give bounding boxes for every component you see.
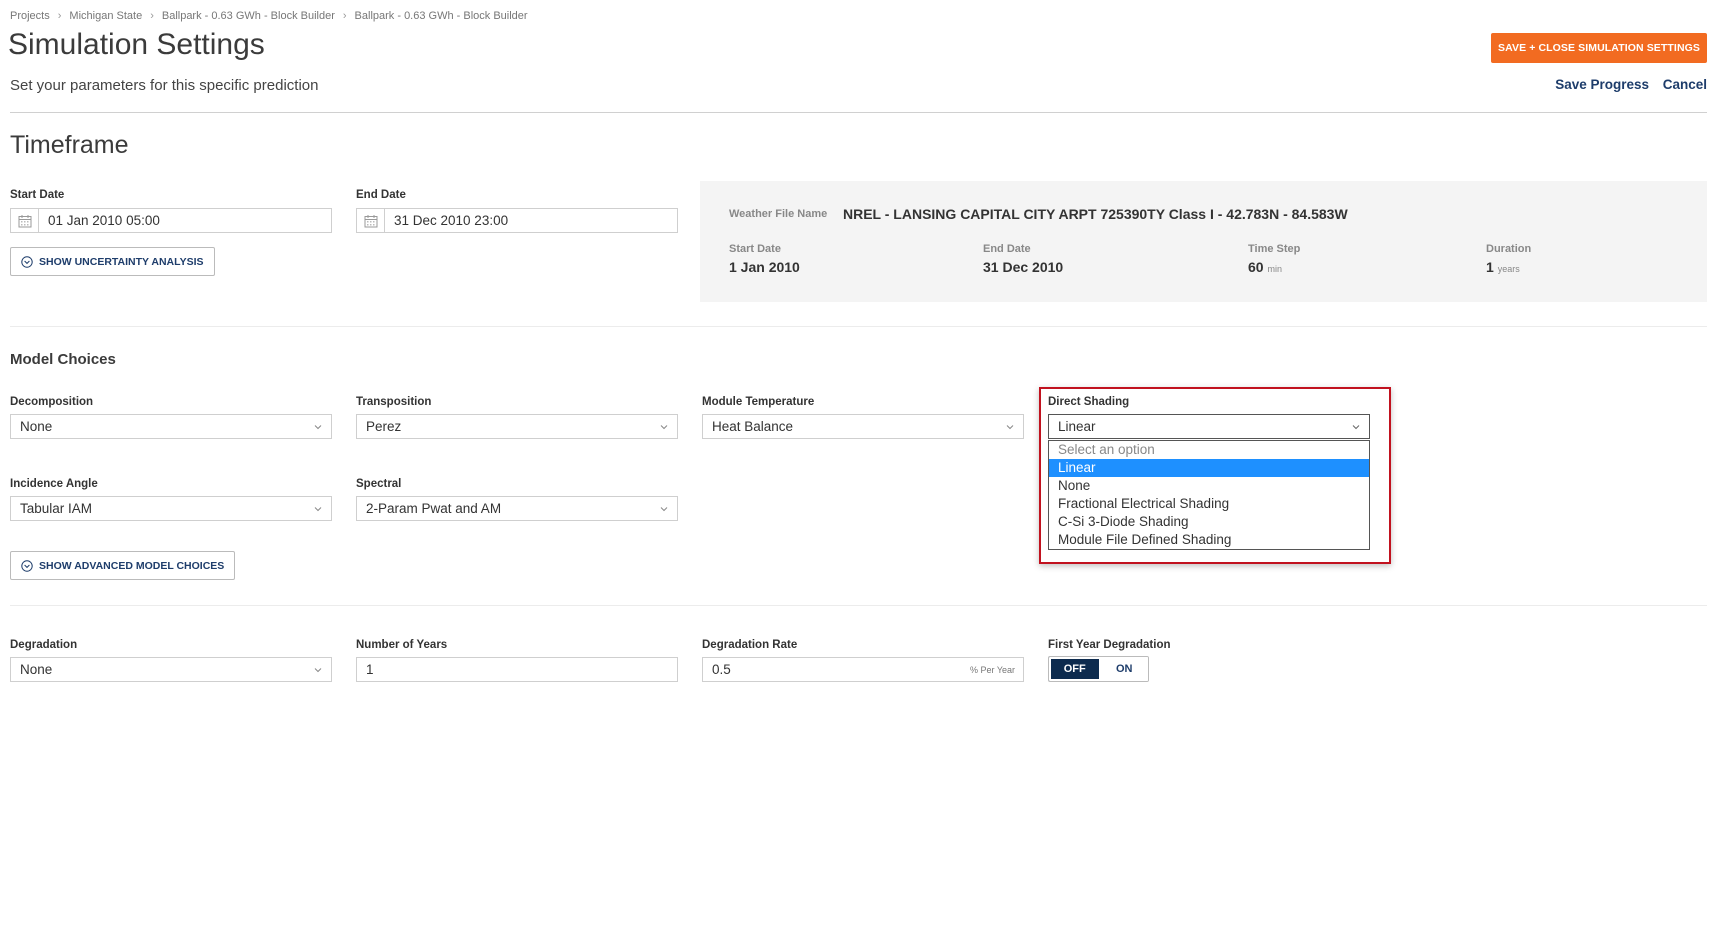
- weather-duration-label: Duration: [1486, 243, 1532, 255]
- degradation-value: None: [20, 662, 53, 677]
- first-year-degradation-toggle: OFF ON: [1048, 656, 1149, 682]
- chevron-circle-down-icon: [21, 559, 33, 572]
- chevron-down-icon: [660, 507, 668, 512]
- decomposition-value: None: [20, 419, 53, 434]
- module-temperature-select[interactable]: Heat Balance: [702, 414, 1024, 439]
- weather-file-label: Weather File Name: [729, 208, 828, 220]
- show-uncertainty-label: SHOW UNCERTAINTY ANALYSIS: [39, 255, 204, 268]
- transposition-value: Perez: [366, 419, 402, 434]
- weather-file-panel: Weather File Name NREL - LANSING CAPITAL…: [700, 181, 1707, 302]
- start-date-input[interactable]: 01 Jan 2010 05:00: [10, 208, 332, 233]
- header-divider: [10, 112, 1707, 113]
- incidence-angle-value: Tabular IAM: [20, 501, 93, 516]
- spectral-label: Spectral: [356, 478, 402, 490]
- weather-end-label: End Date: [983, 243, 1031, 255]
- breadcrumb-project[interactable]: Ballpark - 0.63 GWh - Block Builder: [162, 10, 335, 22]
- end-date-input[interactable]: 31 Dec 2010 23:00: [356, 208, 678, 233]
- direct-shading-label: Direct Shading: [1048, 396, 1130, 408]
- end-date-label: End Date: [356, 189, 406, 201]
- timeframe-title: Timeframe: [10, 131, 129, 159]
- show-uncertainty-button[interactable]: SHOW UNCERTAINTY ANALYSIS: [10, 247, 215, 276]
- breadcrumb: Projects › Michigan State › Ballpark - 0…: [10, 10, 528, 22]
- section-divider: [10, 605, 1707, 606]
- dropdown-option[interactable]: C-Si 3-Diode Shading: [1049, 513, 1369, 531]
- dropdown-option[interactable]: Fractional Electrical Shading: [1049, 495, 1369, 513]
- direct-shading-dropdown: Select an option Linear None Fractional …: [1048, 440, 1370, 550]
- calendar-icon[interactable]: [11, 209, 39, 232]
- breadcrumb-michigan-state[interactable]: Michigan State: [69, 10, 142, 22]
- chevron-down-icon: [314, 507, 322, 512]
- chevron-down-icon: [314, 668, 322, 673]
- page-subtitle: Set your parameters for this specific pr…: [10, 77, 319, 94]
- number-of-years-label: Number of Years: [356, 639, 448, 651]
- chevron-circle-down-icon: [21, 255, 33, 268]
- chevron-down-icon: [314, 425, 322, 430]
- save-close-button[interactable]: SAVE + CLOSE SIMULATION SETTINGS: [1491, 33, 1707, 63]
- start-date-label: Start Date: [10, 189, 65, 201]
- weather-duration-value: 1 years: [1486, 259, 1520, 275]
- weather-start-value: 1 Jan 2010: [729, 259, 800, 275]
- chevron-right-icon: ›: [150, 10, 154, 22]
- first-year-degradation-label: First Year Degradation: [1048, 639, 1171, 651]
- number-of-years-value: 1: [366, 662, 374, 677]
- weather-start-label: Start Date: [729, 243, 781, 255]
- dropdown-option[interactable]: None: [1049, 477, 1369, 495]
- incidence-angle-select[interactable]: Tabular IAM: [10, 496, 332, 521]
- chevron-right-icon: ›: [57, 10, 62, 22]
- degradation-label: Degradation: [10, 639, 78, 651]
- cancel-link[interactable]: Cancel: [1663, 77, 1707, 92]
- model-choices-title: Model Choices: [10, 351, 116, 368]
- weather-file-value: NREL - LANSING CAPITAL CITY ARPT 725390T…: [843, 206, 1348, 222]
- weather-end-value: 31 Dec 2010: [983, 259, 1064, 275]
- number-of-years-input[interactable]: 1: [356, 657, 678, 682]
- spectral-value: 2-Param Pwat and AM: [366, 501, 502, 516]
- end-date-value: 31 Dec 2010 23:00: [394, 213, 509, 228]
- decomposition-select[interactable]: None: [10, 414, 332, 439]
- decomposition-label: Decomposition: [10, 396, 94, 408]
- dropdown-option[interactable]: Module File Defined Shading: [1049, 531, 1369, 549]
- chevron-down-icon: [660, 425, 668, 430]
- chevron-down-icon: [1352, 425, 1360, 430]
- save-progress-link[interactable]: Save Progress: [1555, 77, 1649, 92]
- weather-timestep-value: 60 min: [1248, 259, 1282, 275]
- degradation-rate-label: Degradation Rate: [702, 639, 798, 651]
- toggle-on-option[interactable]: ON: [1100, 657, 1148, 681]
- weather-timestep-label: Time Step: [1248, 243, 1301, 255]
- section-divider: [10, 326, 1707, 327]
- dropdown-option[interactable]: Select an option: [1049, 441, 1369, 459]
- module-temperature-value: Heat Balance: [712, 419, 794, 434]
- degradation-select[interactable]: None: [10, 657, 332, 682]
- page-title: Simulation Settings: [8, 28, 265, 61]
- chevron-down-icon: [1006, 425, 1014, 430]
- dropdown-option-selected[interactable]: Linear: [1049, 459, 1369, 477]
- start-date-value: 01 Jan 2010 05:00: [48, 213, 160, 228]
- transposition-select[interactable]: Perez: [356, 414, 678, 439]
- degradation-rate-value: 0.5: [712, 662, 731, 677]
- show-advanced-button[interactable]: SHOW ADVANCED MODEL CHOICES: [10, 551, 236, 580]
- direct-shading-value: Linear: [1058, 419, 1096, 434]
- breadcrumb-projects[interactable]: Projects: [10, 10, 50, 22]
- module-temperature-label: Module Temperature: [702, 396, 815, 408]
- direct-shading-select[interactable]: Linear: [1048, 414, 1370, 439]
- degradation-rate-input[interactable]: 0.5 % Per Year: [702, 657, 1024, 682]
- spectral-select[interactable]: 2-Param Pwat and AM: [356, 496, 678, 521]
- breadcrumb-current[interactable]: Ballpark - 0.63 GWh - Block Builder: [355, 10, 528, 22]
- transposition-label: Transposition: [356, 396, 432, 408]
- incidence-angle-label: Incidence Angle: [10, 478, 98, 490]
- chevron-right-icon: ›: [342, 10, 347, 22]
- degradation-rate-unit: % Per Year: [969, 664, 1015, 675]
- show-advanced-label: SHOW ADVANCED MODEL CHOICES: [39, 559, 225, 572]
- calendar-icon[interactable]: [357, 209, 385, 232]
- toggle-off-option[interactable]: OFF: [1049, 657, 1102, 681]
